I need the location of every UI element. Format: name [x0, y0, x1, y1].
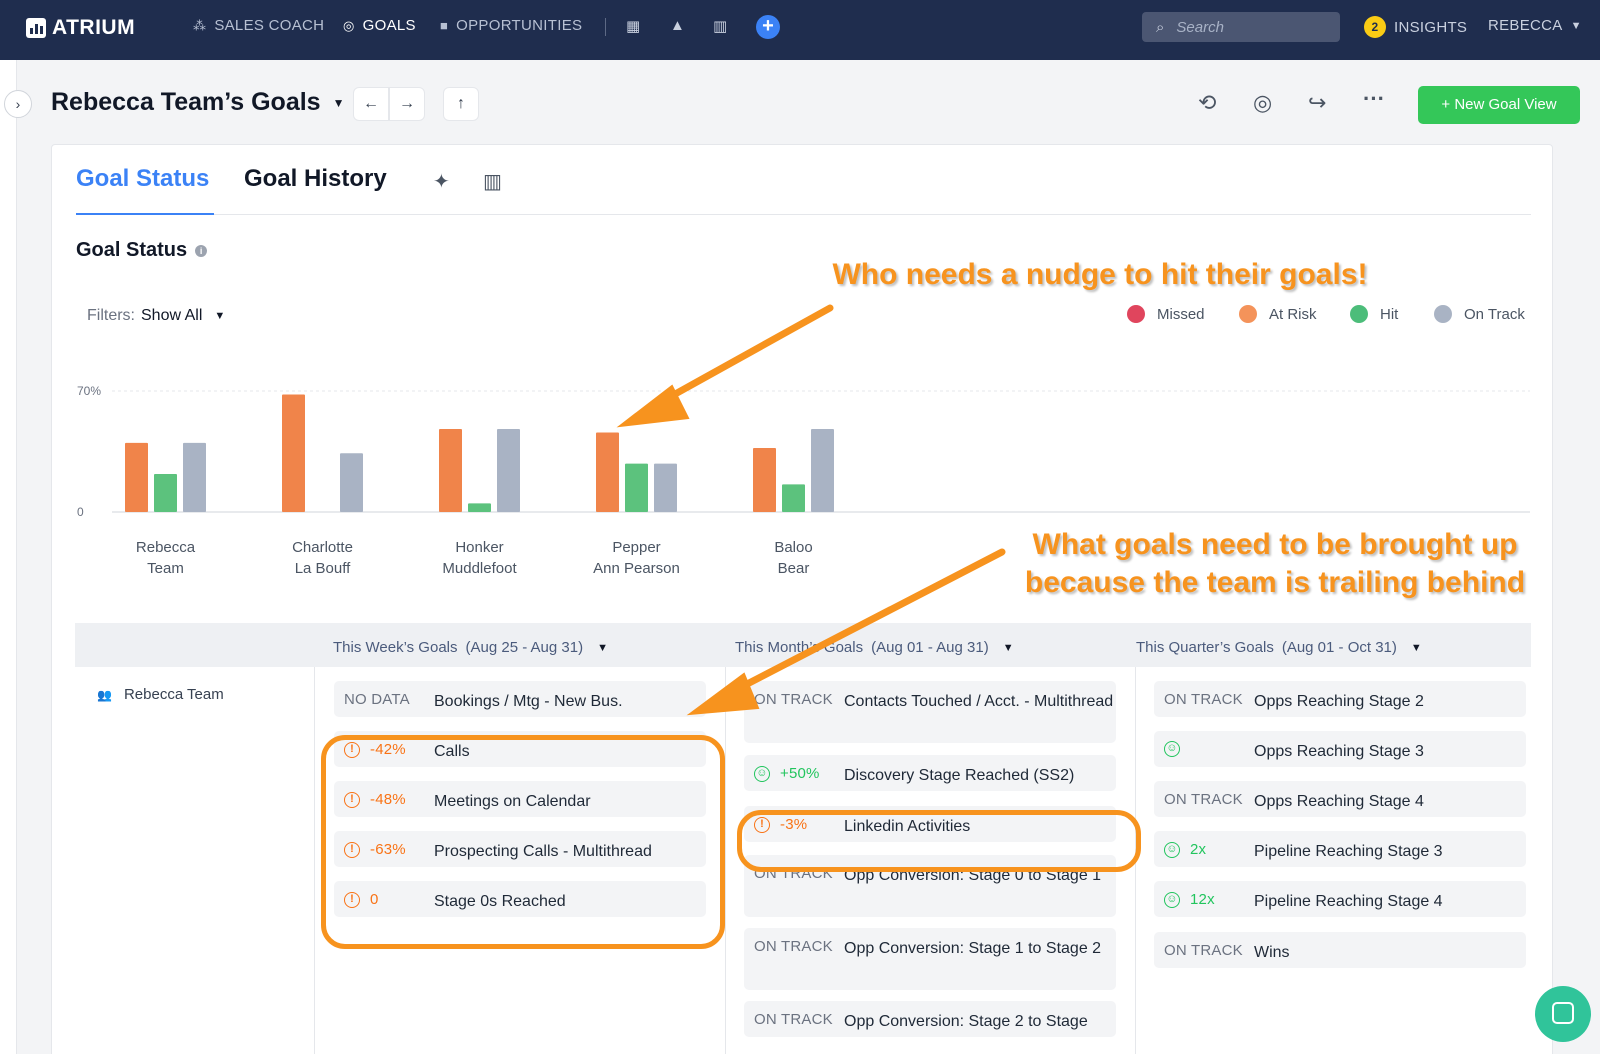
highlight-week-at-risk	[321, 735, 725, 949]
nudge-arrow	[616, 304, 834, 428]
annotation-trailing-line2: because the team is trailing behind	[1024, 566, 1526, 599]
chat-icon	[1552, 1002, 1574, 1024]
annotation-nudge: Who needs a nudge to hit their goals!	[832, 258, 1368, 291]
trailing-arrow	[686, 548, 1006, 716]
annotation-trailing-line1: What goals need to be brought up	[1032, 528, 1518, 561]
highlight-month-at-risk	[737, 810, 1141, 872]
chat-launcher-button[interactable]	[1535, 986, 1591, 1042]
